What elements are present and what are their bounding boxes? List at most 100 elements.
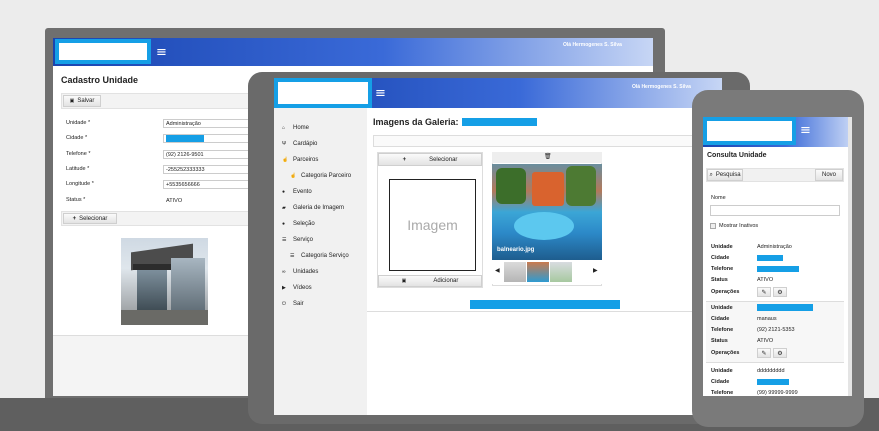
video-icon: ▶ <box>282 285 286 291</box>
show-inactive-checkbox[interactable] <box>710 223 716 229</box>
name-label: Nome <box>711 195 726 201</box>
plus-icon: + <box>72 215 77 222</box>
select-button[interactable]: + Selecionar <box>63 213 117 224</box>
sidebar-item-label: Categoria Parceiro <box>301 173 352 179</box>
users-icon: ● <box>282 221 286 227</box>
pencil-icon: ✎ <box>761 350 767 357</box>
folder-icon: ▰ <box>282 205 286 211</box>
edit-button[interactable]: ✎ <box>757 348 771 358</box>
add-button[interactable]: ▣ Adicionar <box>378 275 482 287</box>
sidebar-item-sele-o[interactable]: ● Seleção <box>282 216 367 232</box>
plus-icon: + <box>402 156 407 163</box>
field-label-longitude: Longitude * <box>66 181 94 187</box>
laptop-logo <box>55 39 151 64</box>
power-icon: ⏻ <box>282 301 286 307</box>
search-label: Pesquisa <box>715 172 741 178</box>
placeholder-text: Imagem <box>407 217 458 233</box>
thumbnail[interactable] <box>527 262 549 282</box>
save-button[interactable]: ▣ Salvar <box>63 95 101 107</box>
results-list: Unidade Administração Cidade Telefone Sta… <box>706 239 844 396</box>
list-item: Unidade Administração Cidade Telefone Sta… <box>706 239 844 302</box>
redaction-bar <box>757 254 783 261</box>
menu-icon[interactable]: ≡ <box>800 124 811 137</box>
select-label: Selecionar <box>79 215 108 222</box>
redaction-bar <box>757 265 799 272</box>
image-placeholder[interactable]: Imagem <box>389 179 476 271</box>
sidebar-item-label: Parceiros <box>293 157 319 163</box>
sidebar-item-v-deos[interactable]: ▶ Vídeos <box>282 280 367 296</box>
edit-button[interactable]: ✎ <box>757 287 771 297</box>
sidebar-item-card-pio[interactable]: Ψ Cardápio <box>282 136 367 152</box>
redaction-bar <box>757 378 789 385</box>
sidebar-item-servi-o[interactable]: ☰ Serviço <box>282 232 367 248</box>
add-label: Adicionar <box>433 278 459 284</box>
page-title: Cadastro Unidade <box>61 75 139 85</box>
name-input[interactable] <box>710 205 840 216</box>
user-greeting: Olá Hermogenes S. Silva <box>563 42 622 48</box>
user-icon: ● <box>282 189 286 195</box>
sidebar-item-label: Galeria de Imagem <box>293 205 345 211</box>
gallery-photo[interactable]: balneario.jpg <box>492 164 602 260</box>
user-greeting: Olá Hermogenes S. Silva <box>632 84 691 90</box>
select-button[interactable]: + Selecionar <box>378 153 482 166</box>
link-icon: ∞ <box>282 269 286 275</box>
sidebar-item-unidades[interactable]: ∞ Unidades <box>282 264 367 280</box>
sidebar: ⌂ Home Ψ Cardápio ☝ Parceiros ☝ Categoria Parce… <box>274 108 367 415</box>
photo-caption: balneario.jpg <box>497 247 535 253</box>
unit-photo <box>121 238 208 325</box>
field-label-latitude: Latitude * <box>66 166 90 172</box>
tablet-screen: ≡ Olá Hermogenes S. Silva ⌂ Home Ψ Cardápio… <box>274 78 722 415</box>
gear-icon: ⚙ <box>777 350 783 357</box>
search-icon: ⌕ <box>709 171 713 178</box>
thumbnail[interactable] <box>504 262 526 282</box>
thumb-strip: ◀ ▶ <box>492 260 602 284</box>
sidebar-item-categoria-servi-o[interactable]: ☰ Categoria Serviço <box>282 248 367 264</box>
sidebar-item-label: Seleção <box>293 221 315 227</box>
search-button[interactable]: ⌕ Pesquisa <box>707 169 743 181</box>
prev-icon[interactable]: ◀ <box>495 267 500 274</box>
sidebar-item-evento[interactable]: ● Evento <box>282 184 367 200</box>
sidebar-item-label: Categoria Serviço <box>301 253 349 259</box>
show-inactive-label: Mostrar Inativos <box>719 223 759 229</box>
thumbnail[interactable] <box>550 262 572 282</box>
select-label: Selecionar <box>429 156 458 163</box>
field-label-unidade: Unidade * <box>66 120 91 126</box>
sidebar-item-label: Unidades <box>293 269 319 275</box>
list-icon: ☰ <box>290 253 295 259</box>
list-item: Unidade ddddddddd Cidade Telefone (99) 999… <box>711 367 798 396</box>
gallery-title: Imagens da Galeria: <box>373 117 537 127</box>
sidebar-item-galeria-de-imagem[interactable]: ▰ Galeria de Imagem <box>282 200 367 216</box>
redaction-bar <box>461 118 537 126</box>
field-label-status: Status * <box>66 197 86 203</box>
sidebar-item-sair[interactable]: ⏻ Sair <box>282 296 367 312</box>
gallery-toolbar: ↶ <box>373 135 720 147</box>
sidebar-item-label: Cardápio <box>293 141 318 147</box>
thumbs-up-icon: ☝ <box>290 173 297 179</box>
sidebar-item-home[interactable]: ⌂ Home <box>282 120 367 136</box>
phone-screen: ≡ Consulta Unidade ⌕ Pesquisa Novo Nome M… <box>703 117 852 396</box>
sidebar-item-label: Serviço <box>293 237 314 243</box>
sidebar-item-label: Home <box>293 125 310 131</box>
gear-icon: ⚙ <box>777 289 783 296</box>
sidebar-item-categoria-parceiro[interactable]: ☝ Categoria Parceiro <box>282 168 367 184</box>
page-title: Consulta Unidade <box>707 152 767 159</box>
menu-icon[interactable]: ≡ <box>156 46 167 59</box>
new-button[interactable]: Novo <box>815 169 843 181</box>
phone-scrollbar[interactable] <box>848 117 852 396</box>
home-icon: ⌂ <box>282 125 286 131</box>
pencil-icon: ✎ <box>761 289 767 296</box>
menu-icon[interactable]: ≡ <box>375 87 386 100</box>
next-icon[interactable]: ▶ <box>593 267 598 274</box>
gallery-card-header: 🗑 <box>492 152 602 163</box>
sidebar-item-label: Evento <box>293 189 312 195</box>
save-icon: ▣ <box>69 98 75 104</box>
field-label-telefone: Telefone * <box>66 151 91 157</box>
save-icon: ▣ <box>401 278 407 284</box>
settings-button[interactable]: ⚙ <box>773 287 787 297</box>
trash-icon[interactable]: 🗑 <box>544 153 552 160</box>
sidebar-item-parceiros[interactable]: ☝ Parceiros <box>282 152 367 168</box>
settings-button[interactable]: ⚙ <box>773 348 787 358</box>
gallery-title-label: Imagens da Galeria: <box>373 117 459 127</box>
list-item: Unidade Cidade manaus Telefone (92) 2121-5… <box>706 302 844 363</box>
save-label: Salvar <box>77 98 95 104</box>
